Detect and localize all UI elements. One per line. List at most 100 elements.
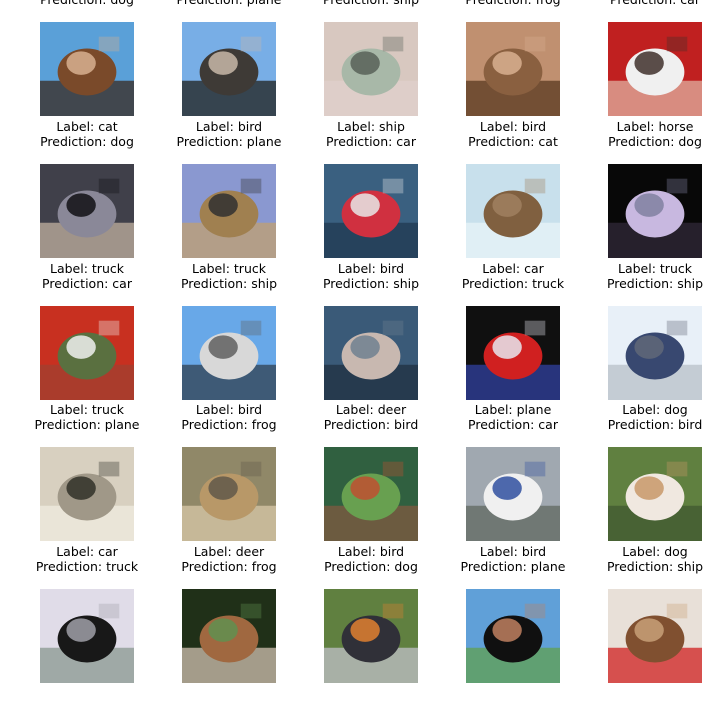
- sample-thumbnail: [324, 306, 418, 400]
- thumbnail-detail: [98, 320, 120, 336]
- thumbnail-highlight: [66, 618, 96, 642]
- thumbnail-image: [40, 22, 134, 116]
- thumbnail-image: [324, 164, 418, 258]
- predicted-label: Prediction: truck: [461, 276, 565, 291]
- sample-caption: Label: birdPrediction: plane: [442, 544, 584, 574]
- thumbnail-highlight: [634, 193, 664, 217]
- sample-caption: Label: cat Prediction: dog: [16, 119, 158, 149]
- true-label: Label: dog: [622, 544, 688, 559]
- thumbnail-detail: [98, 603, 120, 619]
- sample-caption: Label: bird Prediction: frog: [158, 402, 300, 432]
- sample-thumbnail: [608, 306, 702, 400]
- predicted-label: Prediction: dog: [40, 134, 134, 149]
- thumbnail-highlight: [208, 335, 238, 359]
- predicted-label: Prediction: ship: [300, 0, 442, 7]
- predicted-label: Prediction: plane: [34, 417, 140, 432]
- thumbnail-detail: [240, 461, 262, 477]
- true-label: Label: cat: [56, 119, 118, 134]
- true-label: Label: bird: [479, 544, 547, 559]
- sample-caption: Label: deer Prediction: bird: [300, 402, 442, 432]
- thumbnail-image: [40, 164, 134, 258]
- predicted-label: Prediction: cat: [468, 134, 558, 149]
- true-label: Label: truck: [192, 261, 266, 276]
- thumbnail-highlight: [66, 193, 96, 217]
- sample-thumbnail: [608, 164, 702, 258]
- thumbnail-detail: [666, 320, 688, 336]
- thumbnail-image: [466, 306, 560, 400]
- sample-caption: Label: birdPrediction: plane: [158, 119, 300, 149]
- thumbnail-highlight: [634, 618, 664, 642]
- sample-caption: Label: truck Prediction: ship: [584, 261, 720, 291]
- sample-thumbnail: [324, 589, 418, 683]
- predicted-label: Prediction: car: [326, 134, 416, 149]
- true-label: Label: bird: [479, 119, 547, 134]
- thumbnail-image: [40, 306, 134, 400]
- thumbnail-detail: [98, 461, 120, 477]
- thumbnail-detail: [524, 320, 546, 336]
- thumbnail-detail: [382, 178, 404, 194]
- thumbnail-detail: [382, 36, 404, 52]
- sample-caption: Label: truckPrediction: car: [16, 261, 158, 291]
- true-label: Label: bird: [337, 544, 405, 559]
- thumbnail-highlight: [634, 476, 664, 500]
- true-label: Label: bird: [195, 119, 263, 134]
- sample-thumbnail: [182, 589, 276, 683]
- true-label: Label: dog: [622, 402, 688, 417]
- sample-thumbnail: [608, 22, 702, 116]
- sample-thumbnail: [40, 306, 134, 400]
- sample-thumbnail: [40, 447, 134, 541]
- true-label: Label: bird: [337, 261, 405, 276]
- sample-cell: Label: birdPrediction: plane: [442, 544, 584, 709]
- thumbnail-image: [182, 306, 276, 400]
- thumbnail-detail: [666, 461, 688, 477]
- true-label: Label: deer: [335, 402, 407, 417]
- thumbnail-image: [182, 447, 276, 541]
- thumbnail-detail: [666, 178, 688, 194]
- sample-caption: Label: bird Prediction: ship: [300, 261, 442, 291]
- sample-cell: Label: car Prediction: truck: [16, 544, 158, 709]
- sample-thumbnail: [466, 589, 560, 683]
- sample-caption: Label: dog Prediction: bird: [584, 402, 720, 432]
- thumbnail-highlight: [634, 335, 664, 359]
- thumbnail-highlight: [634, 51, 664, 75]
- sample-thumbnail: [608, 589, 702, 683]
- predicted-label: Prediction: car: [468, 417, 558, 432]
- sample-thumbnail: [466, 22, 560, 116]
- true-label: Label: horse: [616, 119, 694, 134]
- true-label: Label: car: [482, 261, 544, 276]
- sample-caption: Label: truckPrediction: car: [584, 0, 720, 7]
- sample-thumbnail: [608, 447, 702, 541]
- thumbnail-highlight: [492, 476, 522, 500]
- true-label: Label: deer: [193, 544, 265, 559]
- sample-thumbnail: [40, 589, 134, 683]
- thumbnail-image: [608, 306, 702, 400]
- thumbnail-highlight: [350, 335, 380, 359]
- sample-caption: Label: deerPrediction: frog: [158, 544, 300, 574]
- sample-caption: Label: deerPrediction: frog: [442, 0, 584, 7]
- sample-thumbnail: [40, 22, 134, 116]
- thumbnail-highlight: [66, 476, 96, 500]
- sample-caption: Label: birdPrediction: plane: [158, 0, 300, 7]
- predicted-label: Prediction: plane: [460, 559, 566, 574]
- thumbnail-highlight: [350, 618, 380, 642]
- thumbnail-highlight: [66, 335, 96, 359]
- true-label: Label: plane: [474, 402, 552, 417]
- predicted-label: Prediction: dog: [608, 134, 702, 149]
- predicted-label: Prediction: bird: [607, 417, 703, 432]
- thumbnail-detail: [382, 603, 404, 619]
- thumbnail-detail: [240, 178, 262, 194]
- thumbnail-highlight: [492, 618, 522, 642]
- thumbnail-image: [324, 22, 418, 116]
- sample-thumbnail: [324, 164, 418, 258]
- thumbnail-image: [608, 22, 702, 116]
- thumbnail-image: [324, 447, 418, 541]
- sample-caption: Label: dog Prediction: ship: [584, 544, 720, 574]
- thumbnail-highlight: [208, 193, 238, 217]
- sample-caption: Label: car Prediction: truck: [16, 544, 158, 574]
- predicted-label: Prediction: car: [584, 0, 720, 7]
- thumbnail-highlight: [350, 476, 380, 500]
- thumbnail-detail: [524, 461, 546, 477]
- predicted-label: Prediction: ship: [606, 559, 704, 574]
- thumbnail-detail: [240, 320, 262, 336]
- thumbnail-image: [324, 306, 418, 400]
